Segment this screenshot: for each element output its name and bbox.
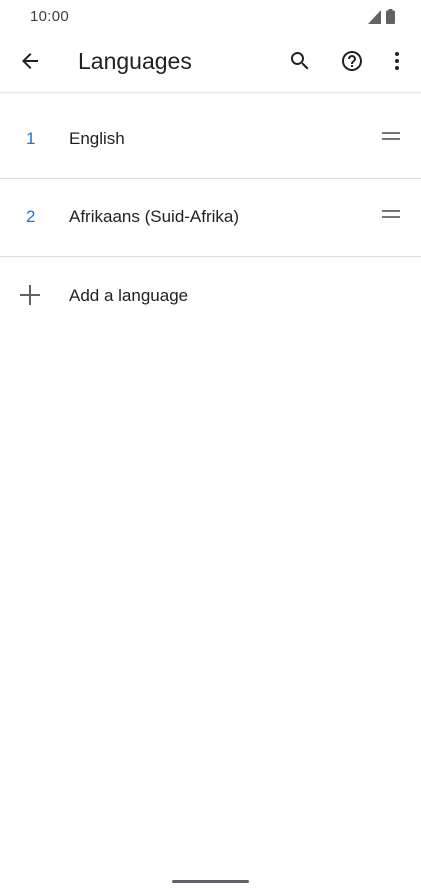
back-arrow-icon <box>18 49 42 78</box>
drag-handle-icon[interactable] <box>382 209 400 219</box>
gesture-nav-handle[interactable] <box>172 880 249 883</box>
signal-icon <box>368 10 381 29</box>
help-icon <box>340 49 364 78</box>
status-time: 10:00 <box>30 8 70 25</box>
add-language-label: Add a language <box>69 286 189 305</box>
status-bar: 10:00 <box>0 0 421 34</box>
app-toolbar: Languages <box>0 34 421 92</box>
language-row[interactable]: 2 Afrikaans (Suid-Afrika) <box>0 179 421 257</box>
battery-icon <box>386 9 395 29</box>
more-vert-icon <box>385 49 409 78</box>
drag-handle-icon[interactable] <box>382 131 400 141</box>
language-name: Afrikaans (Suid-Afrika) <box>69 207 240 226</box>
more-options-button[interactable] <box>377 43 417 83</box>
language-priority-number: 2 <box>26 207 36 226</box>
add-language-button[interactable]: Add a language <box>0 257 421 335</box>
plus-icon <box>20 285 40 305</box>
toolbar-divider <box>0 92 421 93</box>
language-row[interactable]: 1 English <box>0 101 421 179</box>
status-icons <box>368 9 395 29</box>
language-name: English <box>69 129 125 148</box>
help-button[interactable] <box>332 43 372 83</box>
page-title: Languages <box>78 48 192 74</box>
back-button[interactable] <box>10 43 50 83</box>
search-button[interactable] <box>280 43 320 83</box>
language-list: 1 English 2 Afrikaans (Suid-Afrika) Add … <box>0 101 421 335</box>
language-priority-number: 1 <box>26 129 36 148</box>
search-icon <box>288 49 312 78</box>
